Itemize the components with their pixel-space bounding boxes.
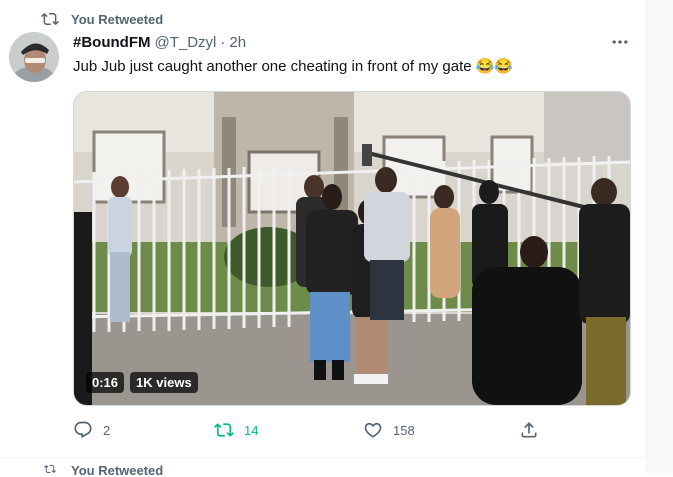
retweet-context: You Retweeted (40, 9, 163, 29)
tweet-text: Jub Jub just caught another one cheating… (73, 58, 514, 75)
share-icon (521, 422, 537, 438)
user-handle[interactable]: @T_Dzyl (154, 34, 216, 51)
tweet-divider (0, 457, 646, 458)
share-button[interactable] (519, 416, 539, 444)
separator-dot: · (220, 33, 226, 51)
tweet-header: #BoundFM @T_Dzyl · 2h (73, 32, 246, 52)
video-duration: 0:16 (86, 372, 125, 393)
reply-icon (74, 421, 92, 439)
next-tweet-retweet-context: You Retweeted (40, 463, 163, 477)
right-gutter (646, 0, 673, 473)
reply-button[interactable]: 2 (73, 416, 110, 444)
retweet-icon (214, 423, 234, 437)
more-icon (612, 40, 628, 44)
avatar[interactable] (9, 32, 59, 82)
display-name[interactable]: #BoundFM (73, 34, 150, 51)
tweet-actions: 2 14 158 (73, 416, 553, 444)
retweet-button[interactable]: 14 (214, 416, 258, 444)
video-badges: 0:16 1K views (86, 372, 198, 393)
next-retweet-label[interactable]: You Retweeted (71, 463, 163, 477)
like-button[interactable]: 158 (363, 416, 415, 444)
like-count: 158 (393, 422, 415, 438)
like-icon (364, 422, 382, 438)
more-button[interactable] (606, 31, 634, 53)
video-player[interactable]: 0:16 1K views (73, 91, 631, 406)
video-views: 1K views (130, 372, 198, 393)
retweet-context-label[interactable]: You Retweeted (71, 12, 163, 27)
tweet-time[interactable]: 2h (229, 34, 246, 51)
retweet-icon (44, 464, 56, 474)
retweet-count: 14 (244, 422, 259, 438)
reply-count: 2 (103, 422, 111, 438)
retweet-icon (41, 12, 59, 26)
video-frame (74, 92, 630, 405)
